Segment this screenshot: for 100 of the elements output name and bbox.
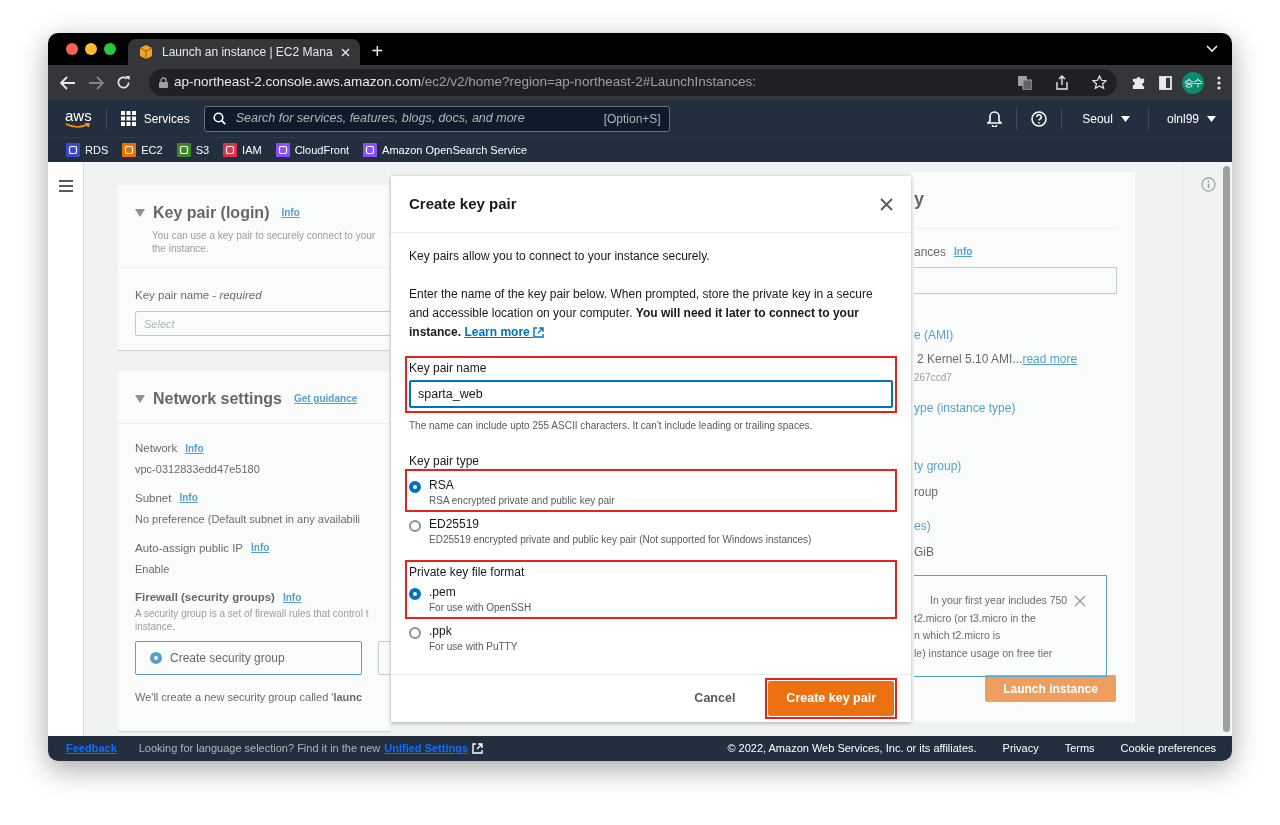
name-input[interactable]: sparta_web (409, 380, 893, 408)
url-host: ap-northeast-2.console.aws.amazon.com (174, 73, 421, 92)
section-title: Network settings (153, 389, 282, 409)
option-description: RSA encrypted private and public key pair (429, 494, 615, 507)
search-bar[interactable]: Search for services, features, blogs, docs, and more [Option+S] (203, 105, 670, 132)
region-menu[interactable]: Seoul (1082, 109, 1130, 128)
favorite-link[interactable]: CloudFront (275, 141, 350, 159)
external-link-icon (533, 327, 545, 339)
forward-icon[interactable] (88, 75, 104, 90)
guidance-link[interactable]: Get guidance (293, 393, 358, 405)
favorite-link[interactable]: RDS (66, 141, 109, 159)
more-icon[interactable] (1217, 75, 1221, 90)
field-value: Enable (135, 561, 171, 577)
intro-text: Key pairs allow you to connect to your instance securely. (409, 248, 711, 265)
favorite-link[interactable]: S3 (176, 141, 210, 159)
create-button[interactable]: Create key pair (768, 681, 894, 716)
footer-link[interactable]: Terms (1064, 740, 1095, 757)
profile-avatar[interactable]: 승수 (1182, 71, 1204, 94)
account-menu[interactable]: olnl99 (1166, 109, 1216, 128)
scrollbar[interactable] (1223, 166, 1230, 732)
dialog-title: Create key pair (409, 193, 517, 214)
hint-text: The name can include upto 255 ASCII characters. It can't include leading or trailing spaces. (409, 419, 814, 433)
info-link[interactable]: Info (281, 207, 300, 219)
option-description: For use with OpenSSH (429, 601, 532, 614)
info-link[interactable]: Info (179, 492, 198, 505)
url-path: /ec2/v2/home?region=ap-northeast-2#LaunchInstances: (420, 73, 756, 92)
copyright-text: © 2022, Amazon Web Services, Inc. or its affiliates. (727, 741, 977, 757)
field-value: roup (914, 484, 939, 501)
field-label: Key pair name - required (135, 289, 262, 301)
favorite-link[interactable]: EC2 (122, 141, 163, 159)
option-label: .pem (429, 585, 457, 600)
alert-text: n which t2.micro is (914, 628, 1001, 643)
description-text: the instance. (152, 242, 210, 255)
zoom-window-button[interactable] (104, 43, 116, 55)
field-value: 2 Kernel 5.10 AMI... (917, 351, 1023, 368)
group-label: Private key file format (409, 564, 526, 580)
new-tab-button[interactable]: + (359, 41, 384, 65)
search-input[interactable]: Search for services, features, blogs, docs, and more (233, 108, 596, 129)
field-label[interactable]: e (AMI) (914, 326, 954, 344)
shortcut-hint: [Option+S] (603, 110, 661, 128)
services-menu[interactable]: Services (120, 109, 190, 128)
close-icon[interactable] (880, 197, 893, 211)
radio-button[interactable] (409, 627, 421, 639)
help-icon[interactable] (1031, 110, 1048, 127)
option-description: For use with PuTTY (429, 640, 518, 653)
field-label[interactable]: es) (914, 517, 931, 535)
chevron-down-icon[interactable] (1206, 45, 1218, 53)
bell-icon[interactable] (987, 110, 1003, 127)
translate-icon[interactable] (1018, 75, 1032, 90)
feedback-link[interactable]: Feedback (66, 740, 117, 757)
close-window-button[interactable] (66, 43, 78, 55)
radio-option[interactable]: Create security group (135, 640, 362, 675)
footer-link[interactable]: Cookie preferences (1120, 740, 1216, 757)
back-icon[interactable] (60, 75, 76, 90)
language-notice: Looking for language selection? Find it in the new (138, 741, 381, 757)
field-value: vpc-0312833edd47e5180 (135, 462, 261, 478)
field-label[interactable]: ype (instance type) (914, 399, 1016, 417)
panel-title: y (914, 172, 1117, 229)
reload-icon[interactable] (116, 75, 131, 90)
cancel-button[interactable]: Cancel (690, 683, 740, 714)
side-panel-icon[interactable] (1159, 75, 1172, 90)
browser-tab[interactable]: Launch an instance | EC2 Mana (128, 39, 360, 65)
read-more-link[interactable]: read more (1022, 350, 1078, 368)
radio-button[interactable] (150, 651, 162, 664)
instances-field[interactable] (914, 267, 1117, 294)
external-link-icon (472, 743, 484, 754)
field-label: Key pair name (409, 360, 488, 376)
field-label: Network (135, 441, 178, 456)
puzzle-icon[interactable] (1131, 75, 1146, 90)
group-label: Key pair type (409, 453, 481, 469)
ami-id: 267ccd7 (914, 371, 952, 385)
caret-icon[interactable] (135, 395, 145, 403)
field-value: No preference (Default subnet in any availabili (135, 512, 362, 527)
lock-icon (159, 77, 168, 88)
share-icon[interactable] (1056, 75, 1068, 90)
footer-link[interactable]: Privacy (1002, 740, 1039, 757)
caret-icon (1120, 115, 1130, 122)
settings-link[interactable]: Unified Settings (384, 740, 484, 757)
radio-button[interactable] (409, 520, 421, 532)
field-label[interactable]: ty group) (914, 457, 962, 475)
option-label: Create security group (170, 649, 285, 667)
address-bar[interactable]: ap-northeast-2.console.aws.amazon.com/ec2/v2/home?region=ap-northeast-2#LaunchInstances: (149, 69, 1117, 96)
learn-more-link[interactable]: Learn more (464, 325, 545, 339)
minimize-window-button[interactable] (85, 43, 97, 55)
caret-icon (1207, 115, 1216, 122)
favorite-link[interactable]: Amazon OpenSearch Service (363, 141, 527, 159)
menu-icon[interactable] (59, 179, 73, 192)
aws-logo[interactable]: aws (65, 108, 92, 129)
option-label: .ppk (429, 624, 453, 639)
radio-button[interactable] (409, 588, 421, 600)
radio-button[interactable] (409, 481, 421, 493)
option-label: ED25519 (429, 517, 481, 532)
grid-icon (120, 111, 136, 126)
instructions-text: Enter the name of the key pair below. When prompted, store the private key in a secure and accessible location on your computer. You will need it later to connect to your instance. Learn more (409, 286, 874, 341)
caret-icon[interactable] (135, 209, 145, 217)
star-icon[interactable] (1092, 75, 1107, 90)
option-label: RSA (429, 478, 455, 493)
section-title: Key pair (login) (153, 203, 270, 223)
favorite-link[interactable]: IAM (223, 141, 262, 159)
alert-text: In your first year includes 750 (929, 593, 1068, 608)
